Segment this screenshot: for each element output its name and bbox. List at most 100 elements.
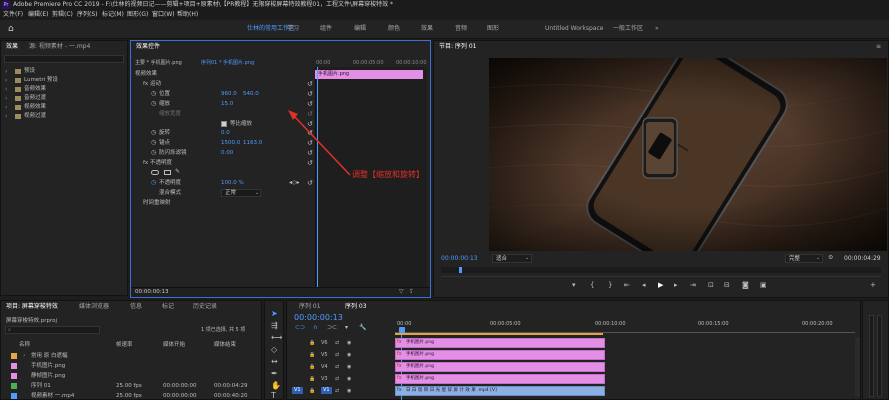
timeline-settings-icon[interactable]: 🔧 [359,325,366,331]
step-back-icon[interactable]: ◂ [642,282,646,289]
column-media-end[interactable]: 媒体结束 [214,342,236,349]
stopwatch-icon[interactable]: ◷ [151,140,156,146]
settings-wrench-icon[interactable]: ⚙ [828,255,833,261]
effects-search-input[interactable] [4,55,124,63]
ec-anchor-x[interactable]: 1500.0 [221,140,240,147]
workspace-tab-general[interactable]: 一般工作区 [613,26,643,32]
program-timecode[interactable]: 00:00:00:13 [441,256,478,262]
stopwatch-icon[interactable]: ◷ [151,91,156,97]
timeline-clip[interactable]: 手机图片.png [395,350,605,360]
ec-time-remap[interactable]: 时间重映射 [143,200,171,207]
lock-icon[interactable]: 🔒 [309,377,315,382]
timeline-clip[interactable]: 手机图片.png [395,362,605,372]
timeline-clip[interactable]: 日 白 现 目 日 光 屋 穿 屏 计 效 果 .mp4 [V] [395,386,605,396]
workspace-tab-audio[interactable]: 音频 [455,26,467,32]
ec-source-label[interactable]: 主要 * 手机图片.png [135,61,182,66]
workspace-tab-effects[interactable]: 效果 [421,26,433,32]
menu-sequence[interactable]: 序列(S) [77,12,98,18]
program-scrub-bar[interactable] [441,267,881,273]
stopwatch-icon[interactable]: ◷ [151,180,156,186]
menu-help[interactable]: 帮助(H) [177,12,198,18]
razor-tool-icon[interactable]: ◇ [271,346,277,354]
rectangle-mask-icon[interactable] [164,170,171,175]
stopwatch-icon[interactable]: ◷ [151,150,156,156]
go-to-out-icon[interactable]: ⇥ [690,282,696,289]
go-to-in-icon[interactable]: ⇤ [624,282,630,289]
menu-clip[interactable]: 剪辑(C) [52,12,73,18]
track-header-v4[interactable]: 🔒 V4 ⇄ ◉ [287,362,393,373]
effects-item-lumetri[interactable]: Lumetri 预设 [24,77,58,84]
ellipse-mask-icon[interactable] [151,170,159,175]
type-tool-icon[interactable]: T [271,392,276,400]
menu-marker[interactable]: 标记(M) [102,12,124,18]
eye-icon[interactable]: ◉ [347,341,351,346]
sync-lock-icon[interactable]: ⇄ [335,341,339,346]
ec-rotation-value[interactable]: 0.0 [221,130,230,137]
table-row[interactable]: 静帧图片.png [1,372,261,382]
track-target-v1[interactable]: V1 [321,387,332,394]
tab-effects[interactable]: 效果 [6,44,18,50]
sync-lock-icon[interactable]: ⇄ [335,377,339,382]
hand-tool-icon[interactable]: ✋ [271,382,281,390]
play-icon[interactable]: ▶ [658,282,663,289]
export-icon[interactable]: ⇪ [409,289,414,295]
program-fit-select[interactable]: 适合 ⌄ [492,254,532,263]
table-row[interactable]: › 常用 原 白遮幅 [1,352,261,362]
snap-icon[interactable]: ∩ [313,325,317,331]
add-button-icon[interactable]: + [870,282,876,289]
workspace-tab-color[interactable]: 颜色 [388,26,400,32]
step-forward-icon[interactable]: ▸ [674,282,678,289]
pen-tool-icon[interactable]: ✒ [271,370,278,378]
menu-graphics[interactable]: 图形(G) [127,12,148,18]
ec-scale-value[interactable]: 15.0 [221,101,233,108]
table-row[interactable]: 手机图片.png [1,362,261,372]
reset-icon[interactable]: ↺ [307,179,313,187]
timeline-clip[interactable]: 手机图片.png [395,338,605,348]
tab-sequence-03[interactable]: 序列 03 [345,304,367,310]
menu-file[interactable]: 文件(F) [3,12,23,18]
workspace-tab-editing[interactable]: 编辑 [354,26,366,32]
ec-antiflicker-value[interactable]: 0.00 [221,150,233,157]
home-icon[interactable]: ⌂ [8,24,14,34]
sync-lock-icon[interactable]: ⇄ [335,389,339,394]
panel-menu-icon[interactable]: ≡ [876,44,881,50]
program-playhead[interactable] [459,267,462,273]
stopwatch-icon[interactable]: ◷ [151,130,156,136]
track-select-tool-icon[interactable]: ⇶ [271,322,278,330]
project-search-input[interactable]: ⌕ [5,326,100,334]
lock-icon[interactable]: 🔒 [309,353,315,358]
ec-opacity-value[interactable]: 100.0 % [221,180,244,187]
lock-icon[interactable]: 🔒 [309,341,315,346]
eye-icon[interactable]: ◉ [347,377,351,382]
program-quality-select[interactable]: 完整 ⌄ [785,254,823,263]
lock-icon[interactable]: 🔒 [309,365,315,370]
menu-window[interactable]: 窗口(W) [152,12,175,18]
reset-icon[interactable]: ↺ [307,90,313,98]
sync-lock-icon[interactable]: ⇄ [335,365,339,370]
filter-icon[interactable]: ▽ [399,289,404,295]
stopwatch-icon[interactable]: ◷ [151,101,156,107]
mark-out-icon[interactable]: } [608,282,612,289]
ec-sequence-label[interactable]: 序列01 * 手机图片.png [201,61,254,66]
tab-info[interactable]: 信息 [130,304,142,310]
effects-item-video-transitions[interactable]: 视频过渡 [24,113,46,120]
tab-project[interactable]: 项目: 屏幕穿梭特效 [6,304,58,310]
effects-item-audio-effects[interactable]: 音频效果 [24,86,46,93]
workspace-tab-assembly[interactable]: 组件 [320,26,332,32]
tab-source[interactable]: 源: 视频素材 - 一.mp4 [29,44,90,50]
workspace-tab-untitled[interactable]: Untitled Workspace [545,26,603,32]
tab-media-browser[interactable]: 媒体浏览器 [79,304,109,310]
sync-lock-icon[interactable]: ⇄ [335,353,339,358]
tab-program[interactable]: 节目: 序列 01 [439,44,476,50]
column-media-start[interactable]: 媒体开始 [163,342,185,349]
column-fps[interactable]: 帧速率 [116,342,133,349]
reset-icon[interactable]: ↺ [307,80,313,88]
ec-position-x[interactable]: 960.0 [221,91,237,98]
track-header-v3[interactable]: 🔒 V3 ⇄ ◉ [287,374,393,385]
selection-tool-icon[interactable]: ➤ [271,310,278,318]
workspace-more-icon[interactable]: » [655,26,659,32]
linked-selection-icon[interactable]: ⊃⊂ [327,325,337,331]
lock-icon[interactable]: 🔒 [309,389,315,394]
ec-position-y[interactable]: 540.0 [243,91,259,98]
effects-item-audio-transitions[interactable]: 音频过渡 [24,95,46,102]
